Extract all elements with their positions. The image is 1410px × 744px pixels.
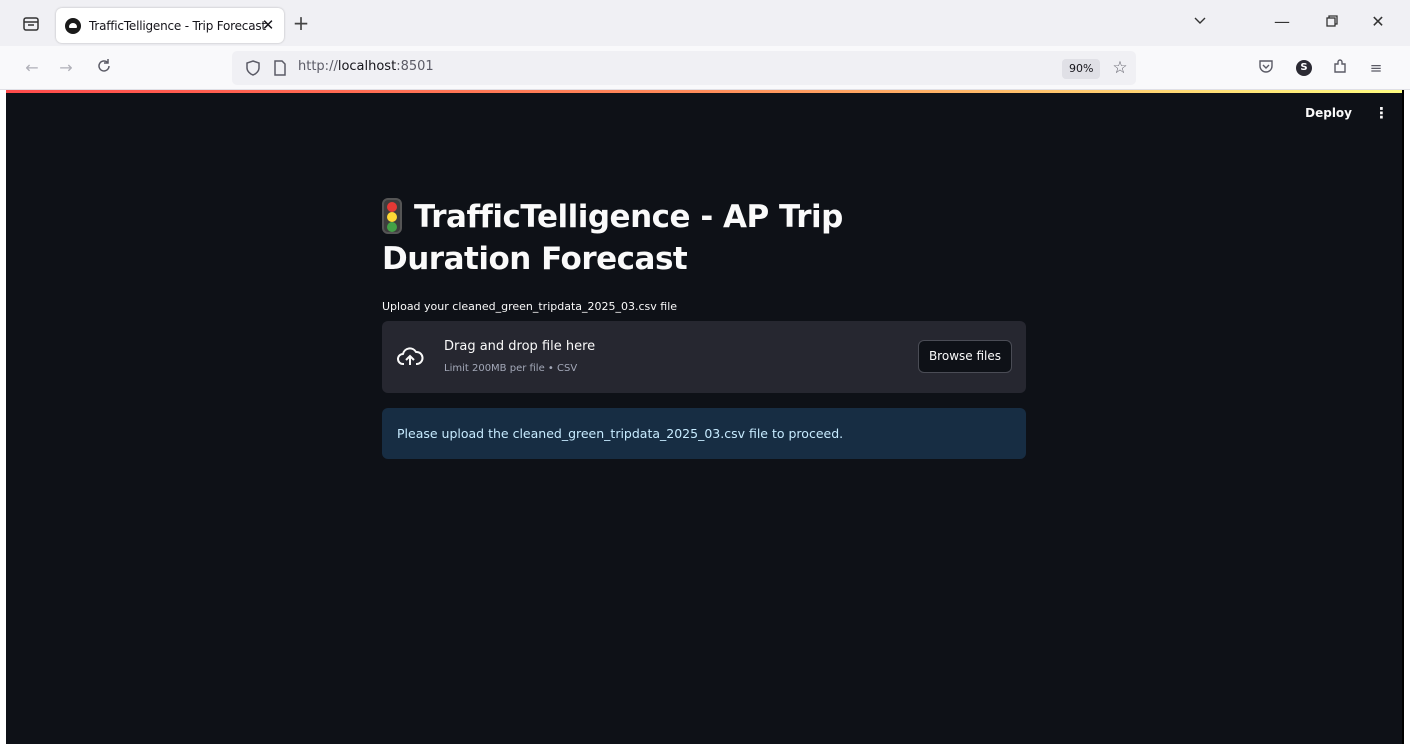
deploy-button[interactable]: Deploy xyxy=(1305,106,1352,120)
title-line-1: TrafficTelligence - AP Trip xyxy=(414,199,843,235)
page-title: TrafficTelligence - AP Trip Duration For… xyxy=(382,196,1026,280)
extensions-icon[interactable] xyxy=(1330,58,1350,78)
info-alert: Please upload the cleaned_green_tripdata… xyxy=(382,408,1026,459)
pocket-icon[interactable] xyxy=(1256,58,1276,78)
title-line-2: Duration Forecast xyxy=(382,241,688,277)
tab-close-icon[interactable]: ✕ xyxy=(260,17,276,33)
header-decoration-bar xyxy=(6,90,1402,93)
url-bar[interactable]: http://localhost:8501 90% ☆ xyxy=(232,51,1136,85)
url-text[interactable]: http://localhost:8501 xyxy=(298,59,434,74)
cloud-upload-icon xyxy=(397,347,424,365)
page-info-icon[interactable] xyxy=(272,59,288,77)
streamlit-app: Deploy ⋮ TrafficTelligence - AP Trip Dur… xyxy=(6,90,1402,744)
hamburger-menu-icon[interactable]: ≡ xyxy=(1366,58,1386,78)
file-dropzone[interactable]: Drag and drop file here Limit 200MB per … xyxy=(382,321,1026,393)
url-prefix: http:// xyxy=(298,59,338,74)
zoom-level-badge[interactable]: 90% xyxy=(1062,59,1101,79)
streamlit-favicon-icon xyxy=(65,17,81,34)
tracking-shield-icon[interactable] xyxy=(244,59,262,77)
window-edge xyxy=(1402,90,1410,744)
url-host: localhost xyxy=(337,59,397,74)
account-avatar-icon[interactable]: S xyxy=(1296,60,1312,76)
dropzone-instructions: Drag and drop file here xyxy=(444,339,596,354)
file-uploader-label: Upload your cleaned_green_tripdata_2025_… xyxy=(382,300,678,313)
browse-files-button[interactable]: Browse files xyxy=(917,340,1012,373)
close-window-icon[interactable]: ✕ xyxy=(1368,12,1388,32)
new-tab-icon[interactable]: + xyxy=(292,13,310,33)
list-all-tabs-icon[interactable] xyxy=(1190,12,1210,32)
browser-tab-bar: TrafficTelligence - Trip Forecast ✕ + — … xyxy=(0,0,1410,46)
browser-nav-bar: ← → http://localhost:8501 90% ☆ S ≡ xyxy=(0,46,1410,90)
dropzone-limit-text: Limit 200MB per file • CSV xyxy=(444,363,578,374)
forward-arrow-icon[interactable]: → xyxy=(56,58,76,78)
tab-title: TrafficTelligence - Trip Forecast xyxy=(89,18,266,33)
reload-icon[interactable] xyxy=(94,58,114,78)
browser-tab-active[interactable]: TrafficTelligence - Trip Forecast ✕ xyxy=(56,8,284,43)
traffic-light-icon xyxy=(382,198,402,234)
restore-icon[interactable] xyxy=(1322,12,1342,32)
main-content: TrafficTelligence - AP Trip Duration For… xyxy=(382,196,1026,459)
bookmark-star-icon[interactable]: ☆ xyxy=(1110,58,1130,78)
main-menu-icon[interactable]: ⋮ xyxy=(1374,104,1389,122)
back-arrow-icon[interactable]: ← xyxy=(22,58,42,78)
url-suffix: :8501 xyxy=(396,59,434,74)
tab-list-icon[interactable] xyxy=(22,15,40,33)
minimize-icon[interactable]: — xyxy=(1272,12,1292,32)
